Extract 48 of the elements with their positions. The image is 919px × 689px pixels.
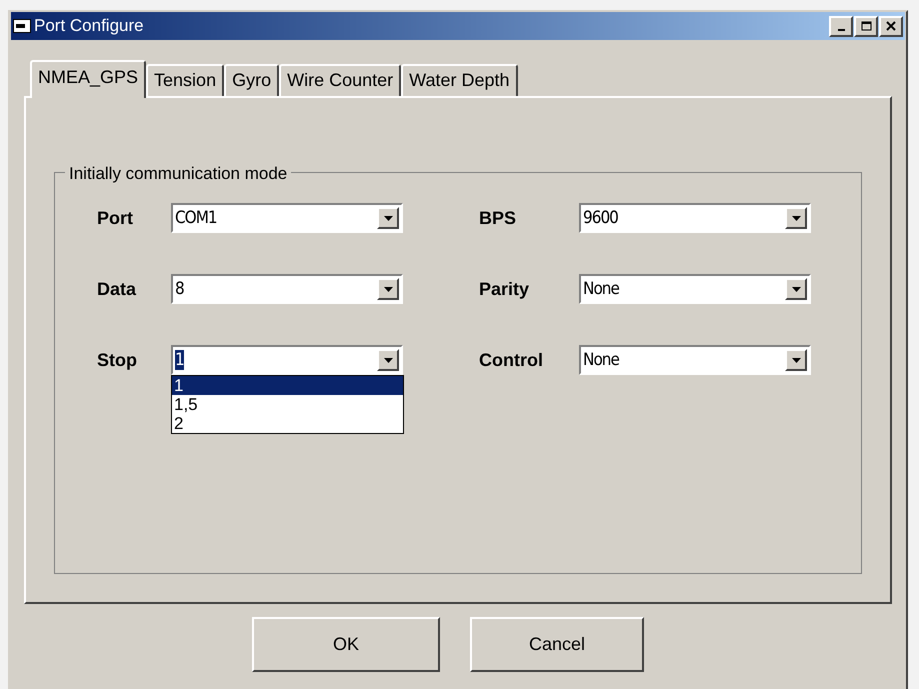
tab[interactable]: Water Depth bbox=[401, 64, 518, 96]
dropdown-button[interactable] bbox=[377, 278, 399, 300]
dropdown-option[interactable]: 2 bbox=[172, 414, 403, 433]
dialog-button[interactable]: OK bbox=[252, 617, 440, 672]
dropdown-button[interactable] bbox=[377, 349, 399, 371]
minimize-icon bbox=[838, 29, 844, 31]
dropdown-button[interactable] bbox=[785, 207, 807, 229]
combo-box[interactable]: COM1 bbox=[171, 203, 403, 233]
maximize-button[interactable] bbox=[854, 16, 878, 36]
window-title: Port Configure bbox=[34, 15, 145, 38]
field-label: Data bbox=[97, 278, 138, 301]
combo-box[interactable]: 8 bbox=[171, 274, 403, 304]
dropdown-button[interactable] bbox=[785, 278, 807, 300]
caret-icon bbox=[384, 216, 392, 220]
combo-value: None bbox=[583, 350, 619, 370]
field-label: Stop bbox=[97, 349, 138, 372]
caret-icon bbox=[384, 358, 392, 362]
dialog-button[interactable]: Cancel bbox=[470, 617, 644, 672]
close-icon bbox=[886, 21, 896, 31]
tab[interactable]: Gyro bbox=[224, 64, 280, 96]
close-button[interactable] bbox=[879, 16, 903, 36]
combo-value: None bbox=[583, 279, 619, 299]
caret-icon bbox=[384, 286, 392, 292]
caret-icon bbox=[792, 358, 800, 362]
combo-box[interactable]: 1 bbox=[171, 345, 403, 375]
caret-icon bbox=[792, 216, 800, 220]
field-label: BPS bbox=[479, 207, 518, 230]
dropdown-button[interactable] bbox=[377, 207, 399, 229]
combo-box[interactable]: None bbox=[579, 274, 811, 304]
combo-value: 8 bbox=[175, 279, 184, 299]
tab[interactable]: NMEA_GPS bbox=[30, 60, 146, 98]
field-label: Parity bbox=[479, 278, 530, 301]
dropdown-button[interactable] bbox=[785, 349, 807, 371]
combo-value: COM1 bbox=[175, 208, 217, 228]
app-icon bbox=[13, 19, 31, 33]
caret-icon bbox=[792, 286, 800, 292]
tab[interactable]: Wire Counter bbox=[279, 64, 402, 96]
tab[interactable]: Tension bbox=[146, 64, 224, 96]
combo-value: 1 bbox=[175, 350, 184, 370]
maximize-icon bbox=[860, 21, 872, 31]
dropdown-option[interactable]: 1,5 bbox=[172, 395, 403, 414]
combo-box[interactable]: 9600 bbox=[579, 203, 811, 233]
combo-box[interactable]: None bbox=[579, 345, 811, 375]
dropdown-option[interactable]: 1 bbox=[172, 376, 403, 395]
minimize-button[interactable] bbox=[829, 16, 853, 36]
field-label: Control bbox=[479, 349, 544, 372]
field-label: Port bbox=[97, 207, 134, 230]
combo-value: 9600 bbox=[583, 208, 618, 228]
